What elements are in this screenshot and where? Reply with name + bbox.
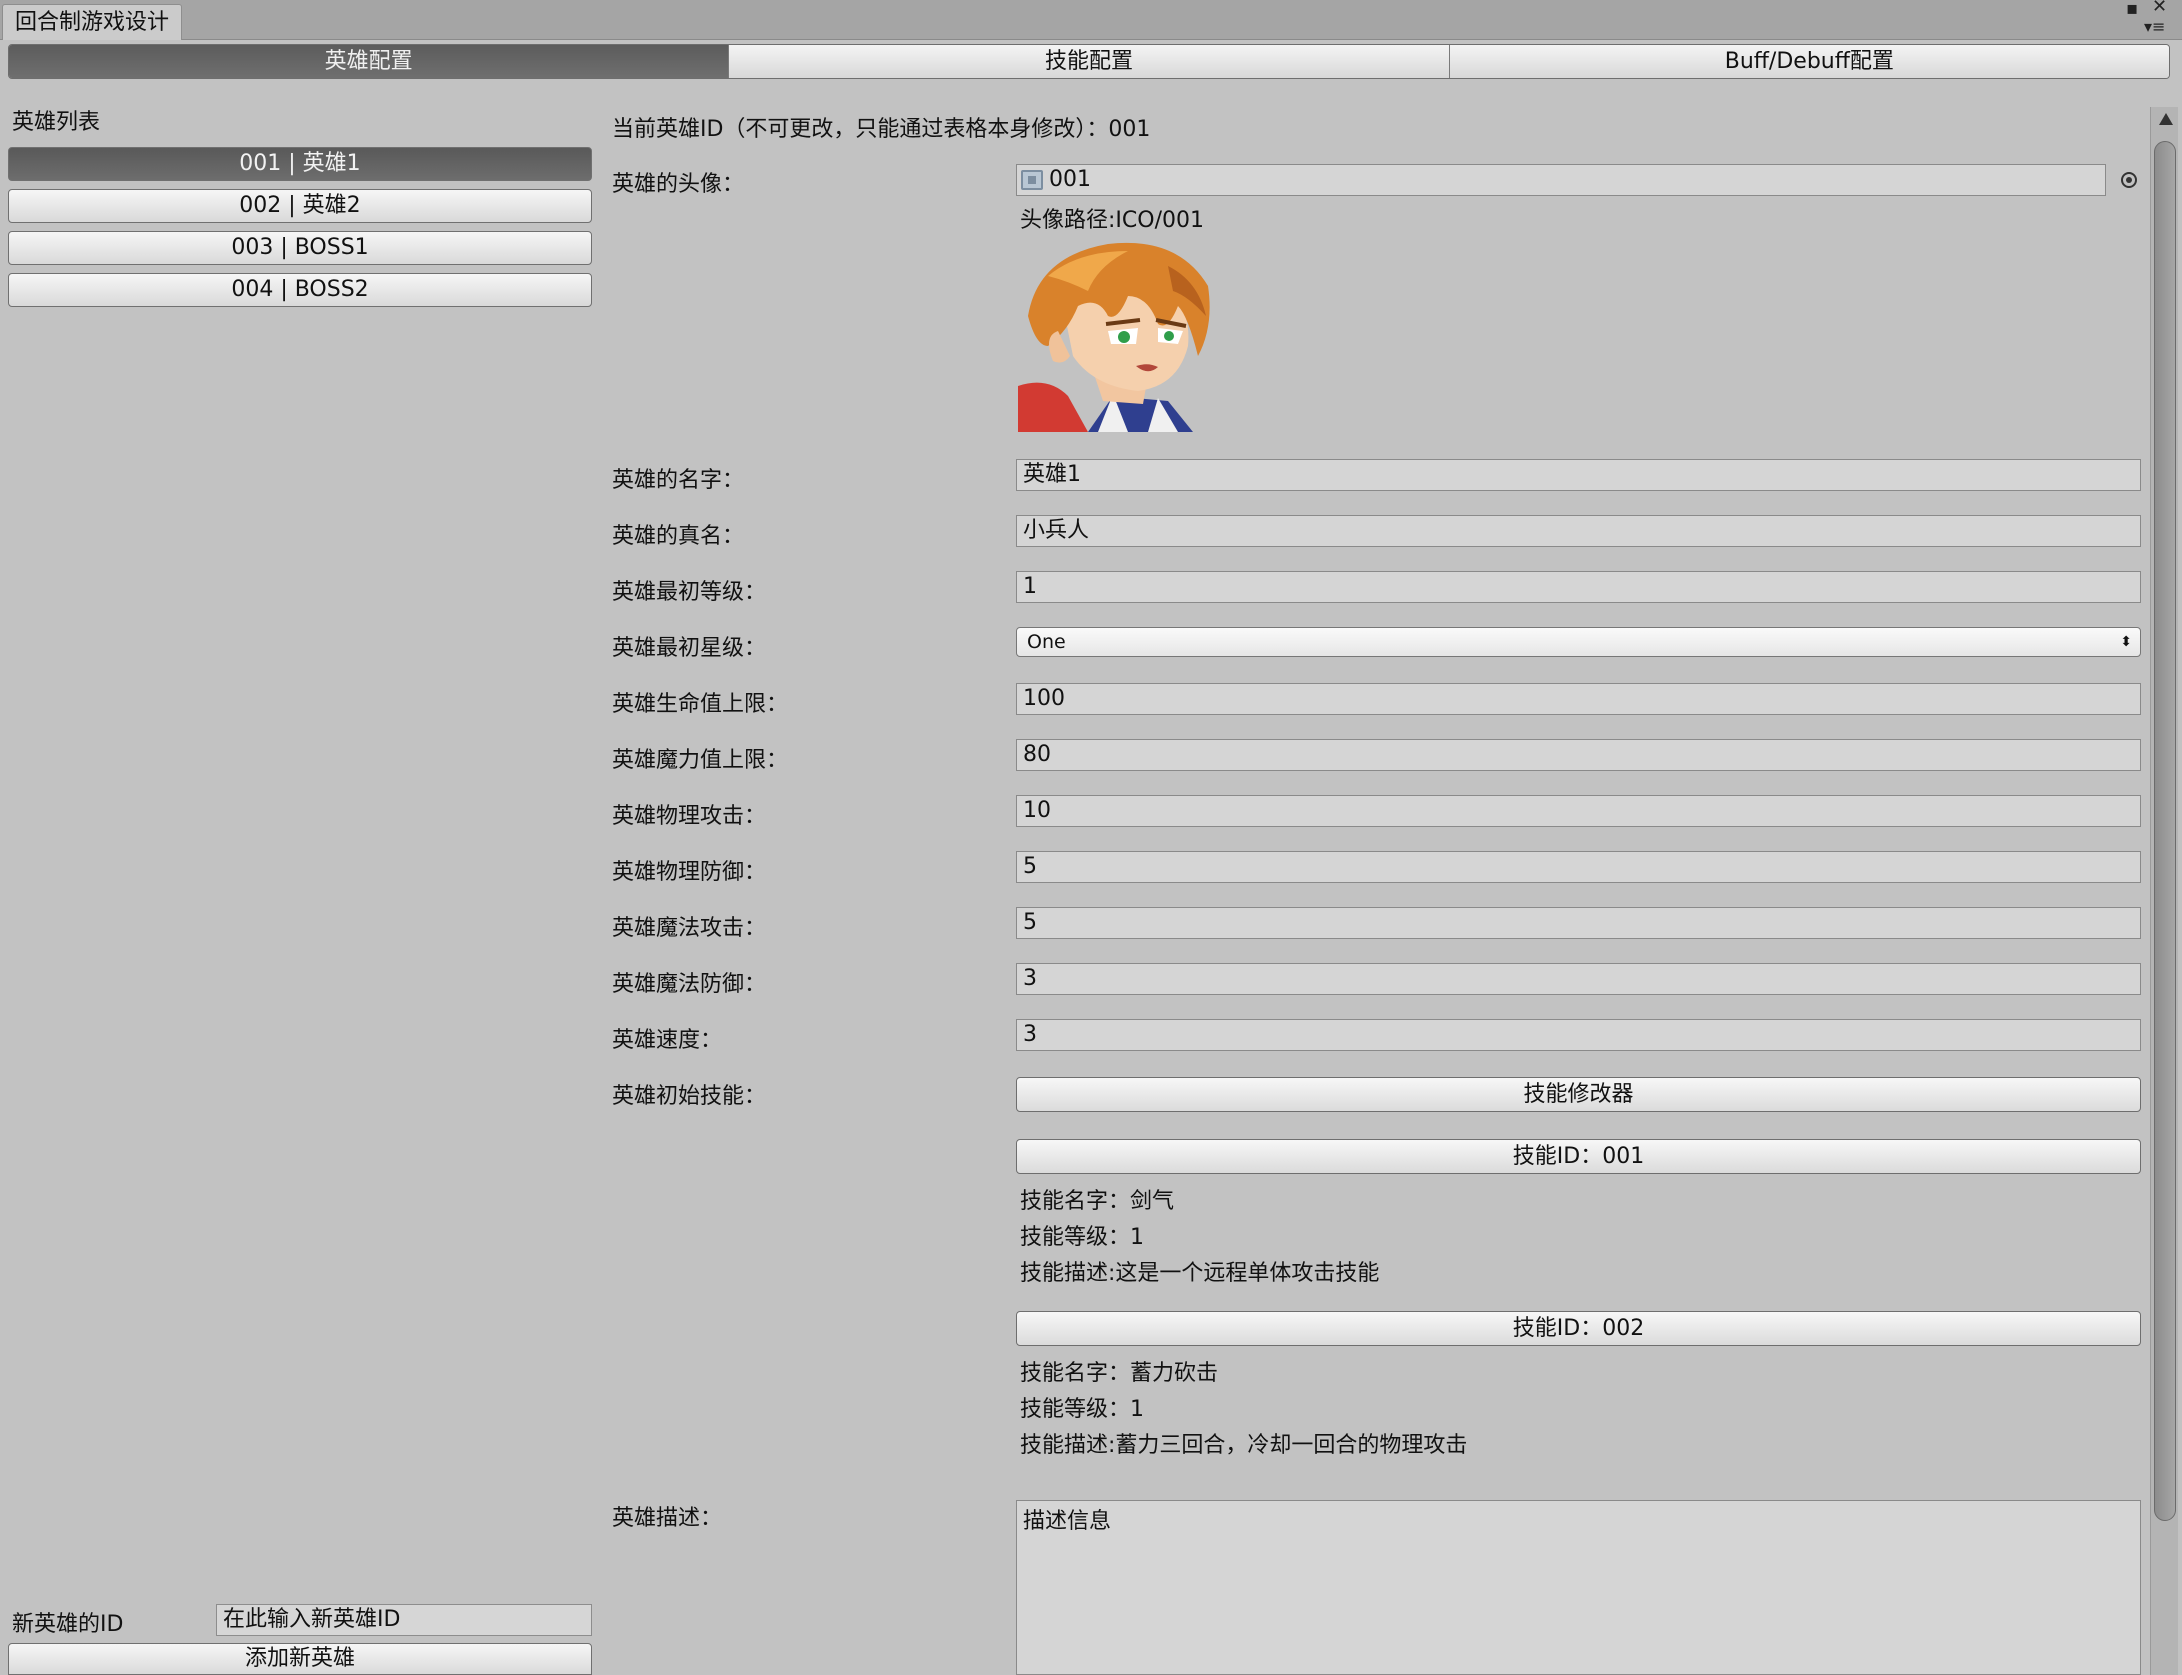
speed-label: 英雄速度： xyxy=(612,1028,723,1053)
skill-002-button[interactable]: 技能ID：002 xyxy=(1016,1311,2141,1346)
window-tab[interactable]: 回合制游戏设计 xyxy=(2,4,183,40)
close-icon[interactable]: ✕ xyxy=(2152,0,2167,16)
skills-label: 英雄初始技能： xyxy=(612,1084,767,1109)
skill-002-desc: 技能描述:蓄力三回合，冷却一回合的物理攻击 xyxy=(1020,1433,1468,1458)
pdef-label: 英雄物理防御： xyxy=(612,860,767,885)
vertical-scrollbar[interactable] xyxy=(2150,107,2178,1675)
pdef-field[interactable]: 5 xyxy=(1016,851,2141,883)
true-name-label: 英雄的真名： xyxy=(612,524,745,549)
hero-item-004[interactable]: 004 | BOSS2 xyxy=(8,273,592,307)
hero-item-001[interactable]: 001 | 英雄1 xyxy=(8,147,592,181)
hp-label: 英雄生命值上限： xyxy=(612,692,789,717)
add-hero-button[interactable]: 添加新英雄 xyxy=(8,1643,592,1675)
sprite-icon xyxy=(1021,170,1043,190)
tab-buff-config[interactable]: Buff/Debuff配置 xyxy=(1448,45,2169,78)
desc-label: 英雄描述： xyxy=(612,1506,723,1531)
level-field[interactable]: 1 xyxy=(1016,571,2141,603)
mdef-field[interactable]: 3 xyxy=(1016,963,2141,995)
tab-skill-config[interactable]: 技能配置 xyxy=(728,45,1449,78)
avatar-object-field[interactable]: 001 xyxy=(1016,164,2106,196)
star-select[interactable]: One ⬍ xyxy=(1016,627,2141,657)
mp-label: 英雄魔力值上限： xyxy=(612,748,789,773)
skill-001-desc: 技能描述:这是一个远程单体攻击技能 xyxy=(1020,1261,1380,1286)
skill-editor-button[interactable]: 技能修改器 xyxy=(1016,1077,2141,1112)
skill-001-level: 技能等级：1 xyxy=(1020,1225,1144,1250)
patk-field[interactable]: 10 xyxy=(1016,795,2141,827)
matk-field[interactable]: 5 xyxy=(1016,907,2141,939)
current-hero-id: 当前英雄ID（不可更改，只能通过表格本身修改）：001 xyxy=(612,117,1151,142)
skill-001-name: 技能名字：剑气 xyxy=(1020,1189,1175,1214)
avatar-label: 英雄的头像： xyxy=(612,172,745,197)
config-tabs: 英雄配置 技能配置 Buff/Debuff配置 xyxy=(8,44,2170,79)
hp-field[interactable]: 100 xyxy=(1016,683,2141,715)
tab-hero-config[interactable]: 英雄配置 xyxy=(9,45,729,78)
star-select-value: One xyxy=(1027,631,1066,653)
select-arrows-icon: ⬍ xyxy=(2120,634,2132,650)
skill-002-name: 技能名字：蓄力砍击 xyxy=(1020,1361,1219,1386)
hero-portrait xyxy=(1018,236,1214,432)
skill-001-button[interactable]: 技能ID：001 xyxy=(1016,1139,2141,1174)
mdef-label: 英雄魔法防御： xyxy=(612,972,767,997)
true-name-field[interactable]: 小兵人 xyxy=(1016,515,2141,547)
skill-002-level: 技能等级：1 xyxy=(1020,1397,1144,1422)
avatar-value: 001 xyxy=(1049,167,1091,192)
name-label: 英雄的名字： xyxy=(612,468,745,493)
object-picker-icon[interactable] xyxy=(2121,172,2137,188)
maximize-icon[interactable]: ▪ xyxy=(2126,0,2138,18)
hero-item-002[interactable]: 002 | 英雄2 xyxy=(8,189,592,223)
avatar-path: 头像路径:ICO/001 xyxy=(1020,208,1204,233)
scroll-up-icon[interactable] xyxy=(2159,113,2173,125)
speed-field[interactable]: 3 xyxy=(1016,1019,2141,1051)
patk-label: 英雄物理攻击： xyxy=(612,804,767,829)
name-field[interactable]: 英雄1 xyxy=(1016,459,2141,491)
hero-list: 001 | 英雄1 002 | 英雄2 003 | BOSS1 004 | BO… xyxy=(8,147,592,315)
matk-label: 英雄魔法攻击： xyxy=(612,916,767,941)
new-hero-id-input[interactable]: 在此输入新英雄ID xyxy=(216,1604,592,1636)
level-label: 英雄最初等级： xyxy=(612,580,767,605)
mp-field[interactable]: 80 xyxy=(1016,739,2141,771)
menu-icon[interactable]: ▾≡ xyxy=(2144,18,2165,36)
scrollbar-thumb[interactable] xyxy=(2154,141,2176,1521)
hero-list-title: 英雄列表 xyxy=(12,110,101,135)
new-hero-id-label: 新英雄的ID xyxy=(12,1612,124,1637)
window-titlebar: 回合制游戏设计 ▪ ✕ ▾≡ xyxy=(0,0,2182,40)
star-label: 英雄最初星级： xyxy=(612,636,767,661)
hero-item-003[interactable]: 003 | BOSS1 xyxy=(8,231,592,265)
desc-textarea[interactable]: 描述信息 xyxy=(1016,1500,2141,1675)
